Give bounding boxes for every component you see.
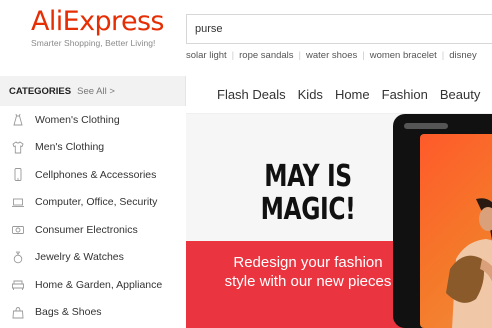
category-item-consumer-electronics[interactable]: Consumer Electronics — [0, 216, 186, 244]
keyword-separator: | — [441, 50, 445, 61]
category-label: Home & Garden, Appliance — [35, 278, 163, 291]
hot-keyword-link[interactable]: disney — [449, 50, 476, 61]
category-label: Women's Clothing — [35, 113, 120, 126]
sofa-icon — [12, 278, 24, 291]
hot-keywords: solar light | rope sandals | water shoes | wom… — [186, 48, 492, 64]
keyword-separator: | — [362, 50, 365, 61]
search-input[interactable] — [195, 15, 485, 43]
banner-headline: MAY IS MAGIC! — [213, 160, 403, 226]
categories-title: CATEGORIES — [9, 85, 72, 97]
category-item-bags-shoes[interactable]: Bags & Shoes — [0, 299, 186, 327]
camera-icon — [12, 223, 24, 236]
hot-keyword-link[interactable]: women bracelet — [370, 50, 437, 61]
banner-headline-line1: MAY IS — [264, 159, 352, 194]
category-label: Men's Clothing — [35, 141, 105, 154]
bag-icon — [12, 306, 24, 319]
phone-icon — [12, 168, 24, 182]
category-list: Women's Clothing Men's Clothing Cellphon… — [0, 106, 186, 326]
category-item-computer-office[interactable]: Computer, Office, Security — [0, 189, 186, 217]
nav-item-home[interactable]: Home — [335, 87, 370, 102]
nav-item-flash-deals[interactable]: Flash Deals — [217, 87, 286, 102]
banner-headline-line2: MAGIC! — [260, 192, 356, 227]
categories-header: CATEGORIES See All > — [0, 76, 186, 106]
category-label: Bags & Shoes — [35, 306, 102, 319]
search-box[interactable] — [186, 14, 492, 44]
phone-speaker — [404, 123, 448, 129]
logo-tagline: Smarter Shopping, Better Living! — [31, 38, 156, 48]
keyword-separator: | — [298, 50, 302, 61]
hot-keyword-link[interactable]: solar light — [186, 50, 227, 61]
channel-nav: Flash Deals Kids Home Fashion Beauty — [186, 76, 492, 114]
category-label: Jewelry & Watches — [35, 251, 124, 264]
nav-item-fashion[interactable]: Fashion — [382, 87, 428, 102]
dress-icon — [12, 113, 24, 126]
category-item-home-garden[interactable]: Home & Garden, Appliance — [0, 271, 186, 299]
keyword-separator: | — [231, 50, 235, 61]
category-label: Consumer Electronics — [35, 223, 138, 236]
nav-item-beauty[interactable]: Beauty — [440, 87, 480, 102]
promo-banner[interactable]: MAY IS MAGIC! Redesign your fashion styl… — [186, 114, 492, 328]
see-all-link[interactable]: See All > — [77, 86, 115, 97]
category-item-cellphones[interactable]: Cellphones & Accessories — [0, 161, 186, 189]
category-item-mens-clothing[interactable]: Men's Clothing — [0, 134, 186, 162]
hot-keyword-link[interactable]: rope sandals — [239, 50, 293, 61]
nav-item-kids[interactable]: Kids — [298, 87, 323, 102]
hot-keyword-link[interactable]: water shoes — [306, 50, 357, 61]
model-photo — [446, 198, 492, 328]
ring-icon — [12, 251, 24, 264]
laptop-icon — [12, 196, 24, 209]
category-label: Computer, Office, Security — [35, 196, 158, 209]
shirt-icon — [12, 141, 24, 154]
categories-sidebar: CATEGORIES See All > Women's Clothing Me… — [0, 76, 186, 328]
logo-text[interactable]: AliExpress — [31, 8, 166, 36]
aliexpress-logo[interactable]: AliExpress Smarter Shopping, Better Livi… — [31, 8, 166, 49]
category-item-womens-clothing[interactable]: Women's Clothing — [0, 106, 186, 134]
category-label: Cellphones & Accessories — [35, 168, 157, 181]
site-header: AliExpress Smarter Shopping, Better Livi… — [0, 0, 492, 76]
category-item-jewelry-watches[interactable]: Jewelry & Watches — [0, 244, 186, 272]
